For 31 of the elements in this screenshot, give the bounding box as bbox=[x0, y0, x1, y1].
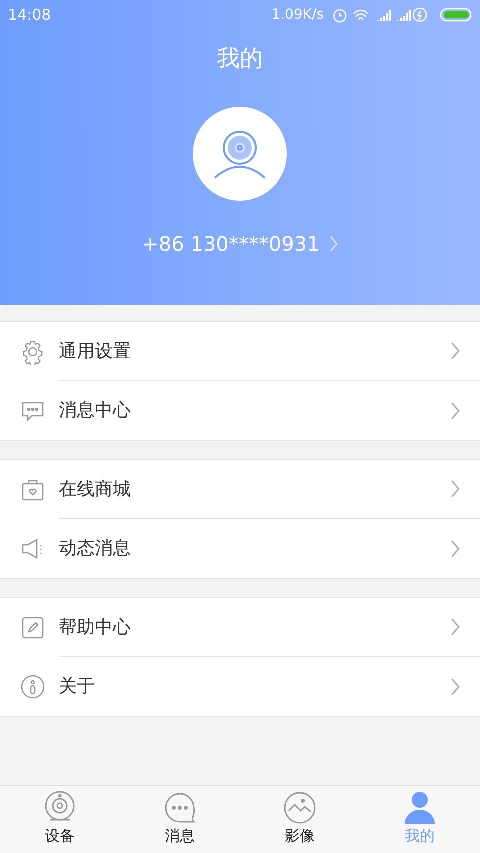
pencil-icon bbox=[20, 614, 46, 640]
mountain-icon bbox=[283, 791, 317, 825]
chevron-right-icon bbox=[330, 236, 338, 252]
menu-label: 动态消息 bbox=[59, 537, 132, 561]
chevron-right-icon bbox=[451, 342, 460, 360]
chevron-right-icon bbox=[451, 402, 460, 420]
menu-item[interactable]: 通用设置 bbox=[0, 322, 480, 381]
menu-label: 消息中心 bbox=[59, 399, 132, 423]
menu-item[interactable]: 动态消息 bbox=[0, 519, 480, 578]
chevron-right-icon bbox=[451, 678, 460, 696]
person-icon bbox=[403, 791, 437, 825]
menu-item[interactable]: 在线商城 bbox=[0, 460, 480, 519]
tab[interactable]: 消息 bbox=[120, 786, 240, 853]
tab[interactable]: 设备 bbox=[0, 786, 120, 853]
chevron-right-icon bbox=[451, 540, 460, 558]
status-time: 14:08 bbox=[8, 4, 52, 26]
page-title: 我的 bbox=[217, 45, 263, 74]
menu-label: 帮助中心 bbox=[59, 616, 132, 640]
chevron-right-icon bbox=[451, 480, 460, 498]
menu-item[interactable]: 帮助中心 bbox=[0, 598, 480, 657]
menu-item[interactable]: 关于 bbox=[0, 657, 480, 716]
menu-item[interactable]: 消息中心 bbox=[0, 381, 480, 440]
chevron-right-icon bbox=[451, 618, 460, 636]
network-speed: 1.09K/s bbox=[272, 6, 324, 24]
battery-icon bbox=[440, 7, 472, 23]
menu-label: 在线商城 bbox=[59, 478, 132, 502]
tab[interactable]: 影像 bbox=[240, 786, 360, 853]
chat-bubble-icon bbox=[163, 791, 197, 825]
menu-label: 通用设置 bbox=[59, 340, 132, 364]
menu-label: 关于 bbox=[59, 675, 96, 699]
info-icon bbox=[20, 674, 46, 700]
